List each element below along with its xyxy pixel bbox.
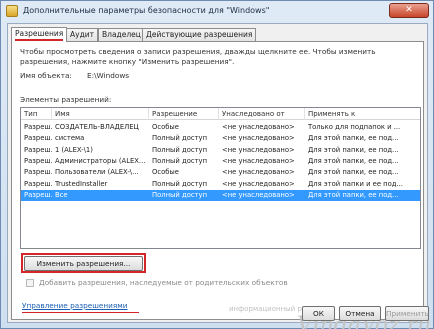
cell-permission: Полный доступ <box>152 134 208 143</box>
table-header: Тип Имя Разрешение Унаследовано от Приме… <box>21 108 420 120</box>
tab-effective-permissions-label: Действующие разрешения <box>146 30 253 39</box>
cell-apply-to: Для этой папки, ее под... <box>308 156 399 165</box>
cell-permission: Полный доступ <box>152 145 208 154</box>
column-header-permission[interactable]: Разрешение <box>149 108 219 120</box>
cell-name: система <box>55 134 85 143</box>
security-dialog-window: Дополнительные параметры безопасности дл… <box>0 0 434 329</box>
cell-permission: Полный доступ <box>152 190 208 199</box>
apply-button[interactable]: Применить <box>385 306 429 321</box>
cell-inherited: <не унаследовано> <box>222 179 295 188</box>
cell-apply-to: Для этой папки, ее под... <box>308 134 399 143</box>
permission-entries-label: Элементы разрешений: <box>20 95 112 104</box>
cell-inherited: <не унаследовано> <box>222 145 295 154</box>
table-row[interactable]: Разреш...СОЗДАТЕЛЬ-ВЛАДЕЛЕЦ Особые <не уна… <box>21 122 420 133</box>
cell-inherited: <не унаследовано> <box>222 134 295 143</box>
cell-apply-to: Только для подпапок и ... <box>308 123 401 131</box>
tab-owner[interactable]: Владелец <box>98 28 145 41</box>
cell-type: Разреш... <box>24 179 52 188</box>
cell-apply-to: Для этой папки, ее под... <box>308 190 399 199</box>
cell-inherited: <не унаследовано> <box>222 123 295 131</box>
table-row[interactable]: Разреш...Все Полный доступ <не унаследован… <box>21 189 420 201</box>
cell-apply-to: Для этой папки, ее под... <box>308 168 399 177</box>
tab-permissions-label: Разрешения <box>15 29 64 38</box>
column-header-name[interactable]: Имя <box>52 108 149 120</box>
table-row[interactable]: Разреш...TrustedInstaller Полный доступ <н… <box>21 179 420 190</box>
tab-audit[interactable]: Аудит <box>66 28 98 41</box>
cell-inherited: <не унаследовано> <box>222 156 295 165</box>
cell-type: Разреш... <box>24 156 52 165</box>
cell-apply-to: Для этой папки и ее под... <box>308 179 403 188</box>
table-row[interactable]: Разреш...система Полный доступ <не унаслед… <box>21 133 420 144</box>
cell-permission: Полный доступ <box>152 179 208 188</box>
cell-type: Разреш... <box>24 190 52 199</box>
table-row[interactable]: Разреш...Администраторы (ALEX... Полный д… <box>21 156 420 167</box>
table-row[interactable]: Разреш...1 (ALEX-\1) Полный доступ <не уна… <box>21 145 420 156</box>
cell-name: СОЗДАТЕЛЬ-ВЛАДЕЛЕЦ <box>55 123 139 131</box>
window-title: Дополнительные параметры безопасности дл… <box>23 6 270 15</box>
object-name-value: E:\Windows <box>87 71 130 80</box>
change-permissions-button[interactable]: Изменить разрешения... <box>24 256 143 271</box>
link-red-underline-annotation <box>22 312 139 313</box>
manage-permissions-link[interactable]: Управление разрешениями <box>22 301 128 310</box>
cell-type: Разреш... <box>24 123 52 131</box>
inherit-permissions-checkbox[interactable] <box>26 279 34 287</box>
cell-permission: Особые <box>152 168 179 177</box>
cell-type: Разреш... <box>24 134 52 143</box>
permissions-panel: Чтобы просмотреть сведения о записи разр… <box>11 41 431 329</box>
cell-name: TrustedInstaller <box>55 179 108 188</box>
panel-description: Чтобы просмотреть сведения о записи разр… <box>20 47 376 66</box>
cancel-button[interactable]: Отмена <box>339 306 381 321</box>
tab-audit-label: Аудит <box>70 30 94 39</box>
ok-button[interactable]: ОК <box>302 306 335 321</box>
permission-entries-table[interactable]: Тип Имя Разрешение Унаследовано от Приме… <box>20 107 421 249</box>
cell-name: Администраторы (ALEX... <box>55 156 146 165</box>
cell-permission: Особые <box>152 123 179 131</box>
cell-type: Разреш... <box>24 168 52 177</box>
cell-inherited: <не унаследовано> <box>222 190 295 199</box>
column-header-apply-to[interactable]: Применять к <box>305 108 420 120</box>
close-button[interactable]: ✕ <box>389 3 429 18</box>
dialog-client-area: Разрешения Аудит Владелец Действующие ра… <box>7 23 431 329</box>
cell-type: Разреш... <box>24 145 52 154</box>
folder-icon <box>6 5 18 17</box>
cell-name: Пользователи (ALEX-\... <box>55 168 139 177</box>
cell-permission: Полный доступ <box>152 156 208 165</box>
tab-permissions[interactable]: Разрешения <box>11 27 68 42</box>
tab-owner-label: Владелец <box>102 30 141 39</box>
cell-name: 1 (ALEX-\1) <box>55 145 93 154</box>
inherit-permissions-label: Добавить разрешения, наследуемые от роди… <box>39 278 288 287</box>
cell-inherited: <не унаследовано> <box>222 168 295 177</box>
object-name-label: Имя объекта: <box>20 71 72 80</box>
cell-name: Все <box>55 190 68 199</box>
table-row[interactable]: Разреш...Пользователи (ALEX-\... Особые <н… <box>21 167 420 178</box>
column-header-type[interactable]: Тип <box>21 108 52 120</box>
title-bar[interactable]: Дополнительные параметры безопасности дл… <box>1 1 433 21</box>
column-header-inherited[interactable]: Унаследовано от <box>219 108 305 120</box>
cell-apply-to: Для этой папки, ее под... <box>308 145 399 154</box>
red-underline-annotation <box>15 39 64 41</box>
tab-effective-permissions[interactable]: Действующие разрешения <box>142 28 257 41</box>
